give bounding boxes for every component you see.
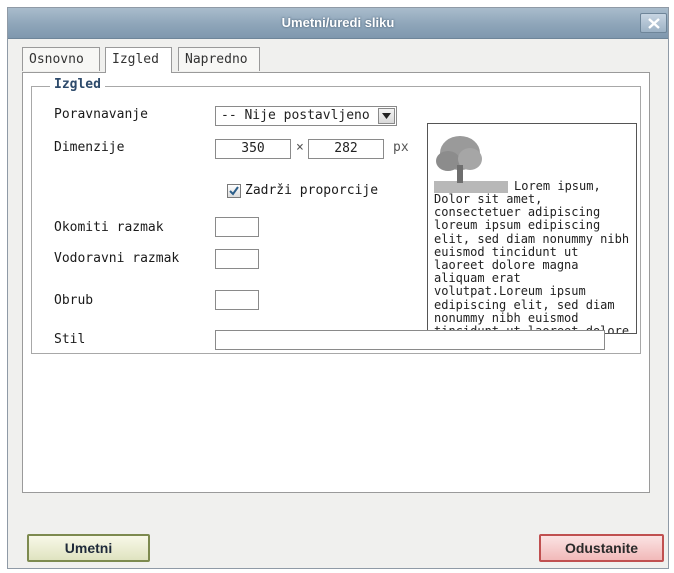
- tab-osnovno[interactable]: Osnovno: [22, 47, 100, 71]
- alignment-select[interactable]: -- Nije postavljeno --: [215, 106, 397, 126]
- vertical-space-input[interactable]: [215, 217, 259, 237]
- style-label: Stil: [54, 332, 86, 347]
- tree-image-icon: [434, 131, 508, 193]
- tab-napredno[interactable]: Napredno: [178, 47, 260, 71]
- preview-text-first-line: Lorem ipsum,: [514, 179, 601, 193]
- cancel-button[interactable]: Odustanite: [539, 534, 664, 562]
- vertical-space-label: Okomiti razmak: [54, 220, 164, 235]
- checkmark-icon: [229, 186, 239, 196]
- height-input[interactable]: 282: [308, 139, 384, 159]
- layout-fieldset: Izgled Poravnavanje -- Nije postavljeno …: [31, 77, 641, 354]
- close-button[interactable]: [640, 13, 667, 33]
- dimensions-label: Dimenzije: [54, 140, 125, 155]
- alignment-selected-value: -- Nije postavljeno --: [221, 108, 394, 123]
- unit-label: px: [393, 140, 409, 155]
- image-preview: Lorem ipsum, Dolor sit amet, consectetue…: [427, 123, 637, 334]
- insert-button[interactable]: Umetni: [27, 534, 150, 562]
- chevron-down-icon: [382, 113, 391, 119]
- width-input[interactable]: 350: [215, 139, 291, 159]
- tab-izgled[interactable]: Izgled: [105, 47, 172, 73]
- tab-panel: Izgled Poravnavanje -- Nije postavljeno …: [22, 72, 650, 493]
- alignment-label: Poravnavanje: [54, 107, 148, 122]
- title-bar[interactable]: Umetni/uredi sliku: [8, 8, 668, 39]
- dropdown-button[interactable]: [378, 108, 395, 124]
- border-label: Obrub: [54, 293, 94, 308]
- close-icon: [648, 18, 660, 29]
- dialog-title: Umetni/uredi sliku: [281, 15, 395, 30]
- preview-text: Dolor sit amet, consectetuer adipiscing …: [434, 192, 630, 334]
- horizontal-space-input[interactable]: [215, 249, 259, 269]
- dimension-separator: ×: [296, 140, 304, 155]
- keep-proportions-checkbox[interactable]: [227, 184, 241, 198]
- style-input[interactable]: [215, 330, 605, 350]
- horizontal-space-label: Vodoravni razmak: [54, 251, 180, 266]
- keep-proportions-label[interactable]: Zadrži proporcije: [245, 183, 378, 198]
- border-input[interactable]: [215, 290, 259, 310]
- fieldset-legend: Izgled: [50, 77, 105, 92]
